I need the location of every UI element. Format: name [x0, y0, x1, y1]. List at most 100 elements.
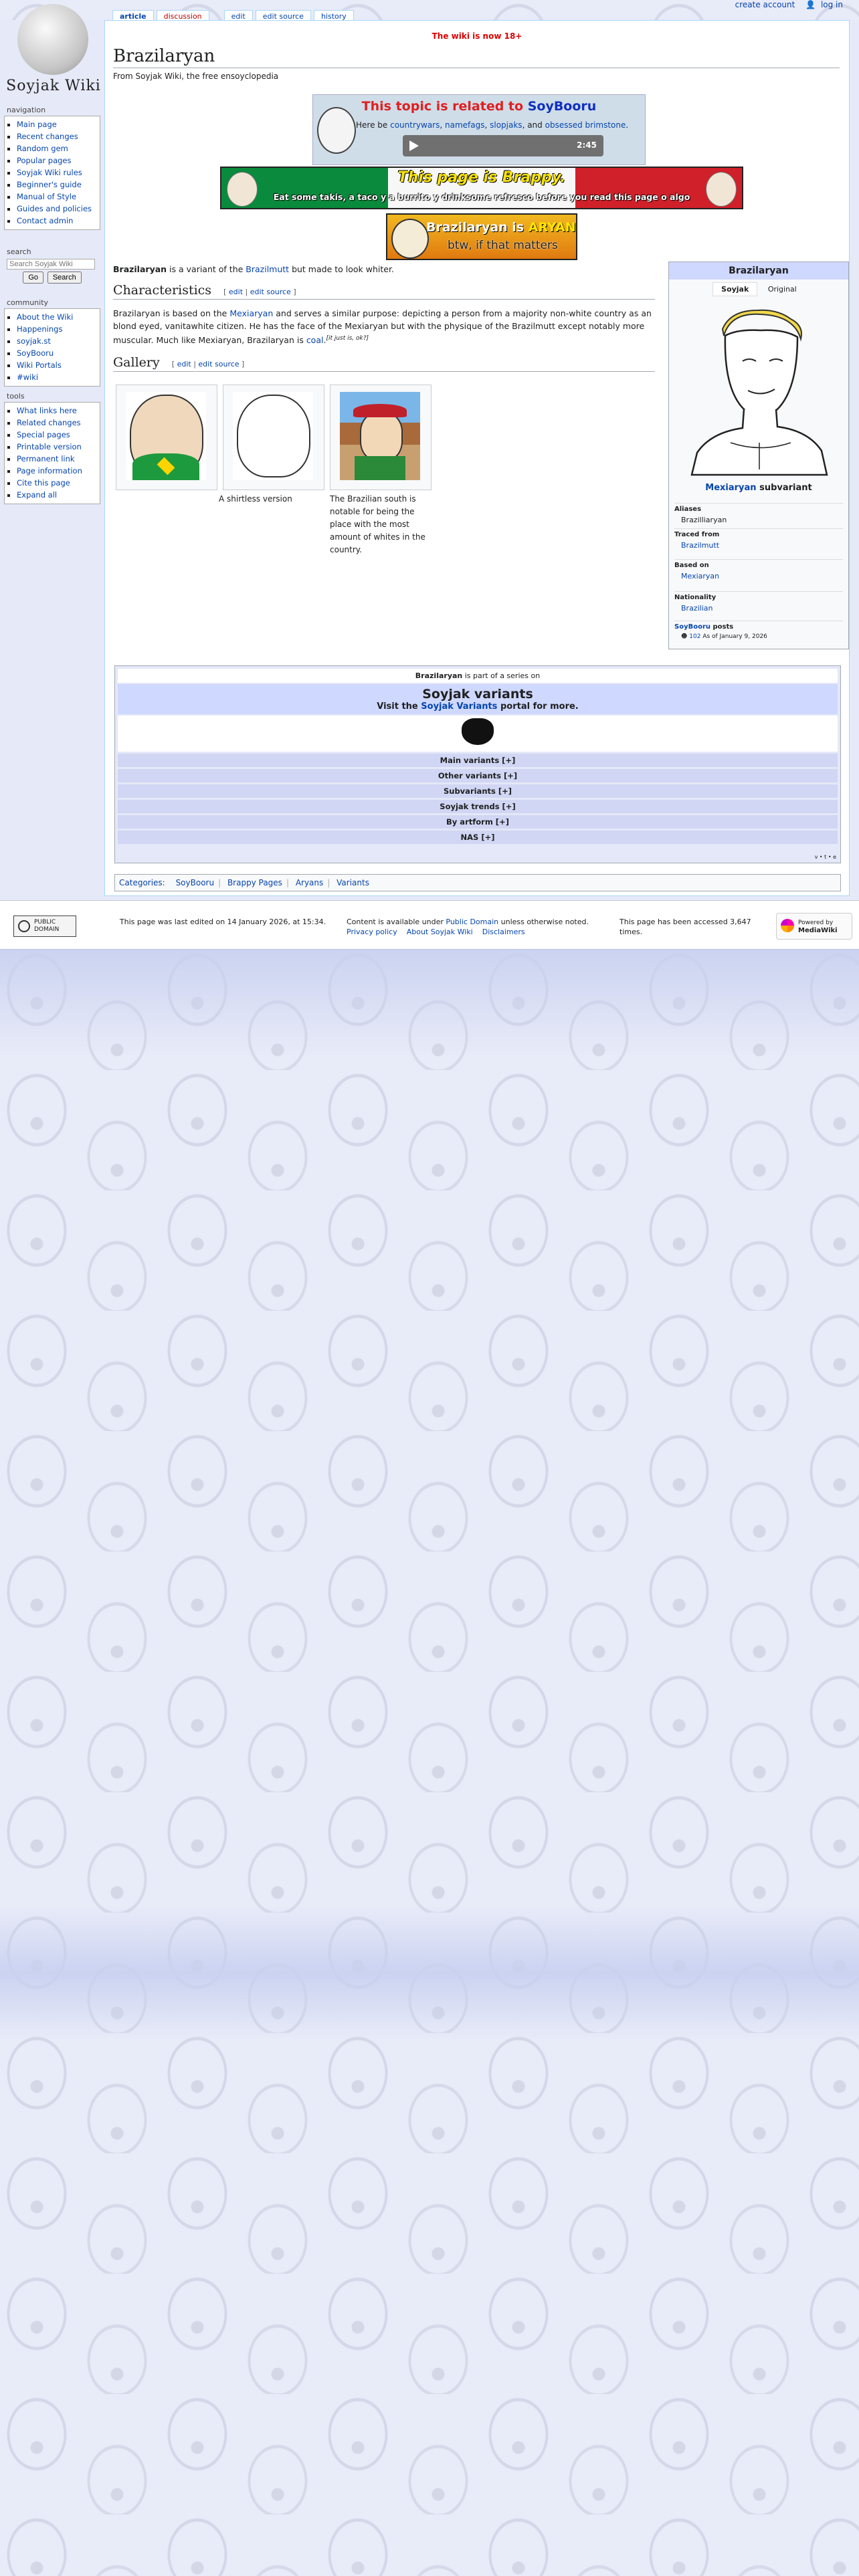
- tab-soyjak[interactable]: Soyjak: [712, 282, 758, 296]
- countrywars-link[interactable]: countrywars: [390, 120, 440, 130]
- infobox-image[interactable]: [684, 309, 835, 476]
- gallery-item[interactable]: [116, 385, 217, 490]
- sidebar-item-happenings[interactable]: Happenings: [17, 324, 62, 334]
- audio-player[interactable]: 2:45: [403, 135, 603, 156]
- gallery-item[interactable]: [330, 385, 432, 490]
- category-variants[interactable]: Variants: [337, 878, 369, 887]
- sidebar-item-random-gem[interactable]: Random gem: [17, 144, 68, 153]
- sidebar-item: Printable version: [17, 441, 97, 453]
- edit-link[interactable]: edit: [177, 360, 191, 368]
- soybooru-link[interactable]: SoyBooru: [674, 623, 710, 631]
- public-domain-link[interactable]: Public Domain: [446, 918, 498, 926]
- navbox-group-subvariants[interactable]: Subvariants [+]: [118, 784, 838, 798]
- section-title: Gallery: [113, 355, 160, 370]
- category-aryans[interactable]: Aryans: [296, 878, 323, 887]
- background-gradient: [0, 950, 859, 1057]
- posts-count-link[interactable]: 102: [689, 633, 700, 640]
- category-soybooru[interactable]: SoyBooru: [176, 878, 215, 887]
- sidebar-item-expand-all[interactable]: Expand all: [17, 490, 57, 500]
- public-domain-logo[interactable]: PUBLIC DOMAIN: [13, 916, 76, 937]
- sidebar-item-popular-pages[interactable]: Popular pages: [17, 156, 72, 165]
- public-domain-icon: [18, 920, 30, 932]
- edit-source-link[interactable]: edit source: [198, 360, 239, 368]
- sidebar-item-recent-changes[interactable]: Recent changes: [17, 132, 78, 141]
- namefags-link[interactable]: namefags: [445, 120, 484, 130]
- portal-body: What links here Related changes Special …: [4, 402, 100, 504]
- intro-paragraph: Brazilaryan is a variant of the Brazilmu…: [113, 263, 655, 276]
- soybooru-banner: This topic is related to SoyBooru Here b…: [312, 94, 646, 165]
- banner-sub-and: , and: [522, 120, 543, 130]
- sidebar-item-soybooru[interactable]: SoyBooru: [17, 348, 54, 358]
- row-value: Mexiaryan: [674, 569, 843, 580]
- go-button[interactable]: Go: [23, 272, 43, 284]
- create-account-link[interactable]: create account: [735, 0, 795, 9]
- infobox-tabs: Soyjak Original: [669, 282, 848, 296]
- about-link[interactable]: About Soyjak Wiki: [407, 928, 473, 936]
- row-label: Based on: [674, 559, 843, 569]
- log-in-link[interactable]: log in: [821, 0, 843, 9]
- sidebar-item-manual-of-style[interactable]: Manual of Style: [17, 192, 76, 201]
- gallery-image[interactable]: [126, 392, 206, 480]
- sidebar-item-contact-admin[interactable]: Contact admin: [17, 216, 73, 225]
- powered-by-mediawiki[interactable]: Powered by MediaWiki: [776, 913, 852, 940]
- sidebar-item-soyjak-st[interactable]: soyjak.st: [17, 336, 51, 346]
- sidebar-item-irc[interactable]: #wiki: [17, 372, 38, 382]
- brazilmutt-link[interactable]: Brazilmutt: [681, 541, 719, 550]
- navbox-vte[interactable]: v • t • e: [815, 854, 836, 860]
- infobox-caption: Mexiaryan subvariant: [669, 483, 848, 493]
- privacy-link[interactable]: Privacy policy: [347, 928, 397, 936]
- edit-link[interactable]: edit: [229, 288, 243, 296]
- search-button[interactable]: Search: [47, 272, 82, 284]
- brappy-subtitle: Eat some takis, a taco y a burrito y dri…: [273, 192, 690, 202]
- posts-date: As of January 9, 2026: [702, 633, 767, 640]
- gallery-image[interactable]: [340, 392, 420, 480]
- sidebar-item-special-pages[interactable]: Special pages: [17, 430, 70, 439]
- soybooru-link[interactable]: SoyBooru: [528, 99, 597, 114]
- navbox-group-artform[interactable]: By artform [+]: [118, 815, 838, 829]
- sidebar-item-permanent-link[interactable]: Permanent link: [17, 454, 75, 463]
- sidebar-item-rules[interactable]: Soyjak Wiki rules: [17, 168, 82, 177]
- sidebar-item: #wiki: [17, 371, 97, 383]
- sidebar-item-cite[interactable]: Cite this page: [17, 478, 70, 488]
- search-input[interactable]: [7, 259, 95, 270]
- navbox-top: Brazilaryan is part of a series on: [118, 669, 838, 683]
- navbox-group-trends[interactable]: Soyjak trends [+]: [118, 800, 838, 813]
- sidebar-item-wiki-portals[interactable]: Wiki Portals: [17, 360, 62, 370]
- navbox-group-nas[interactable]: NAS [+]: [118, 831, 838, 844]
- category-brappy-pages[interactable]: Brappy Pages: [227, 878, 282, 887]
- sidebar-item-printable[interactable]: Printable version: [17, 442, 82, 451]
- sidebar-item-guides[interactable]: Guides and policies: [17, 204, 92, 213]
- row-value: Brazilmutt: [674, 538, 843, 550]
- gallery-item[interactable]: [223, 385, 324, 490]
- sidebar-item-main-page[interactable]: Main page: [17, 120, 57, 129]
- sidebar-item-related-changes[interactable]: Related changes: [17, 418, 81, 427]
- soyjak-variants-link[interactable]: Soyjak Variants: [421, 702, 497, 712]
- sidebar-item-what-links-here[interactable]: What links here: [17, 406, 77, 415]
- user-icon: 👤: [805, 0, 816, 9]
- tab-original[interactable]: Original: [760, 283, 805, 296]
- disclaimers-link[interactable]: Disclaimers: [482, 928, 525, 936]
- play-icon[interactable]: [409, 140, 419, 151]
- categories-label[interactable]: Categories:: [119, 878, 165, 887]
- edit-source-link[interactable]: edit source: [250, 288, 291, 296]
- mexiaryan-link[interactable]: Mexiaryan: [681, 572, 719, 580]
- site-logo[interactable]: Soyjak Wiki: [1, 3, 102, 102]
- mexiaryan-link[interactable]: Mexiaryan: [229, 308, 273, 318]
- gallery-image[interactable]: [233, 392, 313, 480]
- intro-text: but made to look whiter.: [292, 264, 394, 274]
- sidebar-item-page-info[interactable]: Page information: [17, 466, 82, 475]
- sidebar-item-about[interactable]: About the Wiki: [17, 312, 73, 322]
- brazilmutt-link[interactable]: Brazilmutt: [246, 264, 289, 274]
- access-count: This page has been accessed 3,647 times.: [619, 917, 767, 937]
- aryan-subtitle: btw, if that matters: [448, 239, 558, 252]
- navbox-group-other[interactable]: Other variants [+]: [118, 769, 838, 782]
- mexiaryan-link[interactable]: Mexiaryan: [705, 483, 756, 493]
- navbox-group-main[interactable]: Main variants [+]: [118, 754, 838, 767]
- sidebar-item-beginners-guide[interactable]: Beginner's guide: [17, 180, 82, 189]
- brazilian-link[interactable]: Brazilian: [681, 604, 712, 613]
- mediawiki-logo-icon: [781, 919, 794, 932]
- slopjaks-link[interactable]: slopjaks: [490, 120, 522, 130]
- coal-link[interactable]: coal: [306, 335, 324, 345]
- obsessed-brimstone-link[interactable]: obsessed brimstone: [545, 120, 626, 130]
- visit-text: Visit the: [377, 702, 418, 712]
